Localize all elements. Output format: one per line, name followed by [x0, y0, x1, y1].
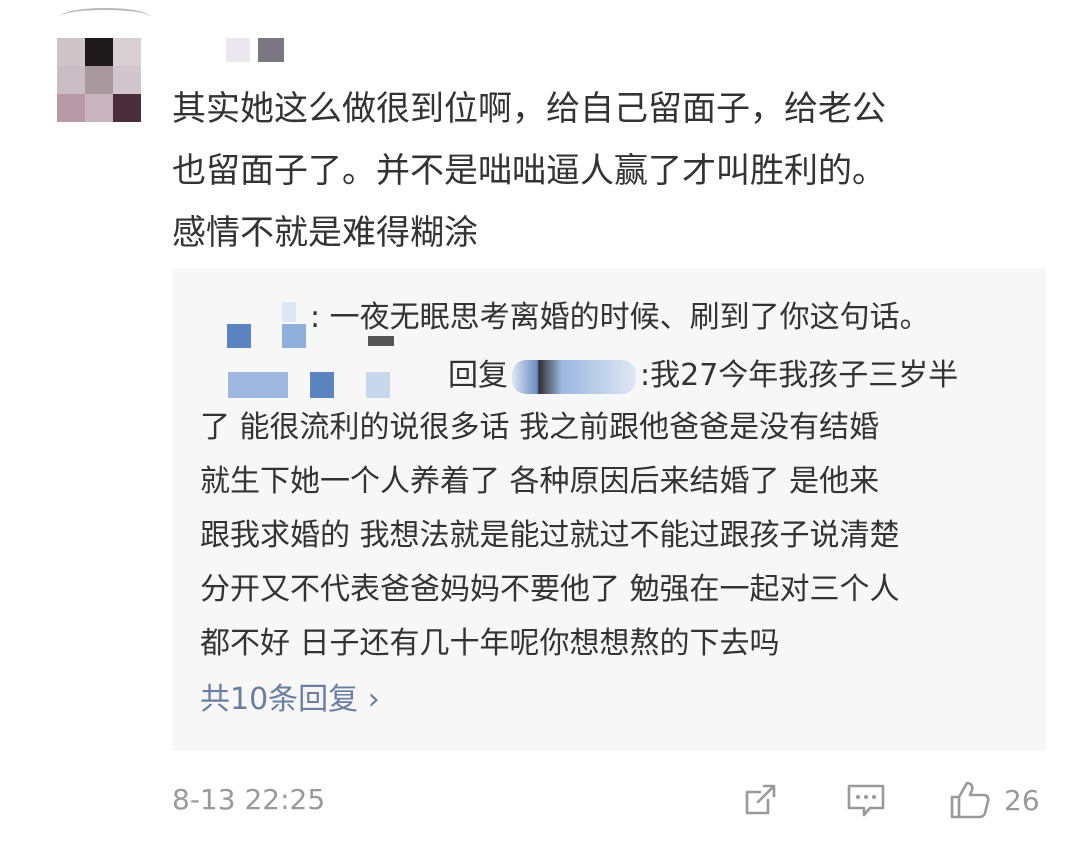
- avatar-pixel: [57, 38, 85, 66]
- like-button[interactable]: 26: [948, 778, 1040, 822]
- username-blurred[interactable]: [226, 38, 284, 62]
- avatar-pixel: [85, 38, 113, 66]
- reply-second-line: 分开又不代表爸爸妈妈不要他了 勉强在一起对三个人: [200, 572, 900, 607]
- curve-decoration: [60, 8, 150, 26]
- reply-second-line: 就生下她一个人养着了 各种原因后来结婚了 是他来: [200, 464, 880, 499]
- reply-second-line: 跟我求婚的 我想法就是能过就过不能过跟孩子说清楚: [200, 518, 900, 553]
- avatar-pixel: [57, 94, 85, 122]
- avatar-pixel: [57, 66, 85, 94]
- username-pixel: [250, 38, 258, 62]
- avatar[interactable]: [57, 38, 141, 122]
- comment-line: 也留面子了。并不是咄咄逼人赢了才叫胜利的。: [172, 151, 886, 191]
- reply-first-text: : 一夜无眠思考离婚的时候、刷到了你这句话。: [310, 300, 930, 335]
- reply-user-pixel: [282, 324, 306, 348]
- comment-button[interactable]: [845, 778, 887, 822]
- share-button[interactable]: [740, 778, 780, 822]
- reply-first-content: 一夜无眠思考离婚的时候、刷到了你这句话。: [329, 300, 930, 335]
- reply-second-line: 我27今年我孩子三岁半: [650, 358, 959, 393]
- reply-prefix: 回复: [448, 358, 508, 393]
- timestamp: 8-13 22:25: [172, 783, 326, 816]
- avatar-pixel: [113, 94, 141, 122]
- comment-text: 其实她这么做很到位啊，给自己留面子，给老公 也留面子了。并不是咄咄逼人赢了才叫胜…: [172, 78, 1032, 264]
- comment-line: 感情不就是难得糊涂: [172, 213, 478, 253]
- username-pixel: [226, 38, 250, 62]
- comment-line: 其实她这么做很到位啊，给自己留面子，给老公: [172, 89, 886, 129]
- reply-second-line: 了 能很流利的说很多话 我之前跟他爸爸是没有结婚: [200, 410, 880, 445]
- avatar-pixel: [113, 38, 141, 66]
- reply-target-user-blurred[interactable]: [512, 359, 636, 394]
- reply-user-pixel: [228, 372, 288, 398]
- avatar-pixel: [85, 94, 113, 122]
- view-all-replies-link[interactable]: 共10条回复 ›: [200, 676, 380, 724]
- like-count: 26: [1004, 783, 1040, 817]
- avatar-pixel: [113, 66, 141, 94]
- share-icon: [745, 784, 776, 815]
- reply-box[interactable]: : 一夜无眠思考离婚的时候、刷到了你这句话。 回复:我27今年我孩子三岁半 了 …: [172, 268, 1046, 751]
- reply-second-line: 都不好 日子还有几十年呢你想想熬的下去吗: [200, 626, 780, 661]
- reply-user-pixel: [227, 324, 251, 348]
- username-pixel: [258, 38, 284, 62]
- thumbs-up-icon: [950, 781, 990, 819]
- avatar-pixel: [85, 66, 113, 94]
- reply-user-pixel: [366, 372, 390, 398]
- reply-user-pixel: [282, 302, 296, 322]
- comment-icon: [847, 784, 885, 817]
- reply-second-head: 回复:我27今年我孩子三岁半: [448, 358, 959, 394]
- reply-user-pixel: [310, 372, 334, 398]
